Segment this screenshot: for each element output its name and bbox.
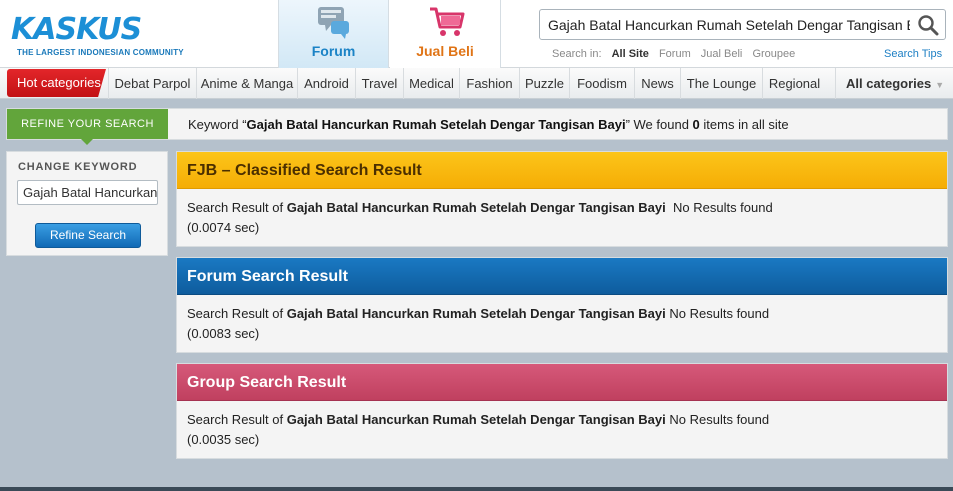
search-scope-all-site[interactable]: All Site <box>612 48 649 60</box>
tab-forum[interactable]: Forum <box>278 0 389 68</box>
keyword-summary: Keyword “Gajah Batal Hancurkan Rumah Set… <box>188 117 789 132</box>
result-time: (0.0083 sec) <box>187 326 260 341</box>
shopping-cart-icon <box>428 5 466 44</box>
forum-results-body: Search Result of Gajah Batal Hancurkan R… <box>187 304 769 344</box>
footer-divider <box>0 487 953 491</box>
result-query: Gajah Batal Hancurkan Rumah Setelah Deng… <box>286 412 666 427</box>
chevron-down-icon: ▼ <box>935 80 945 90</box>
logo-wordmark: KASKUS <box>11 12 142 47</box>
forum-icon <box>317 5 351 46</box>
search-scope-forum[interactable]: Forum <box>659 48 691 60</box>
nav-item-foodism[interactable]: Foodism <box>569 68 634 99</box>
nav-item-anime-manga[interactable]: Anime & Manga <box>196 68 297 99</box>
refine-your-search-tab[interactable]: REFINE YOUR SEARCH <box>7 109 168 145</box>
result-status: No Results found <box>665 412 770 427</box>
result-query: Gajah Batal Hancurkan Rumah Setelah Deng… <box>286 306 666 321</box>
result-status: No Results found <box>665 200 773 215</box>
nav-item-debat-parpol[interactable]: Debat Parpol <box>108 68 196 99</box>
search-scope-groupee[interactable]: Groupee <box>752 48 795 60</box>
keyword-value: Gajah Batal Hancurkan Rumah Setelah Deng… <box>246 117 626 132</box>
result-count: 0 <box>692 117 700 132</box>
kaskus-logo[interactable]: KASKUS THE LARGEST INDONESIAN COMMUNITY <box>7 12 189 60</box>
change-keyword-label: CHANGE KEYWORD <box>18 161 138 173</box>
result-time: (0.0074 sec) <box>187 220 260 235</box>
magnifier-icon[interactable] <box>917 14 939 36</box>
search-input[interactable] <box>540 10 910 39</box>
all-categories-label: All categories <box>846 76 932 91</box>
result-query: Gajah Batal Hancurkan Rumah Setelah Deng… <box>286 200 666 215</box>
nav-item-medical[interactable]: Medical <box>403 68 459 99</box>
group-results-title: Group Search Result <box>177 364 947 401</box>
group-results-panel: Group Search Result Search Result of Gaj… <box>176 363 948 459</box>
nav-item-fashion[interactable]: Fashion <box>459 68 519 99</box>
result-time: (0.0035 sec) <box>187 432 260 447</box>
change-keyword-input[interactable] <box>17 180 158 205</box>
site-header: KASKUS THE LARGEST INDONESIAN COMMUNITY … <box>0 0 953 68</box>
nav-item-regional[interactable]: Regional <box>762 68 826 99</box>
tab-forum-label: Forum <box>311 43 356 59</box>
all-categories-dropdown[interactable]: All categories ▼ <box>835 68 948 99</box>
result-prefix: Search Result of <box>187 200 287 215</box>
search-tips-link[interactable]: Search Tips <box>884 48 942 60</box>
result-prefix: Search Result of <box>187 412 287 427</box>
logo-tagline: THE LARGEST INDONESIAN COMMUNITY <box>17 48 184 57</box>
nav-item-android[interactable]: Android <box>297 68 355 99</box>
search-box <box>539 9 946 40</box>
group-results-body: Search Result of Gajah Batal Hancurkan R… <box>187 410 769 450</box>
search-scope-jual-beli[interactable]: Jual Beli <box>701 48 743 60</box>
nav-item-travel[interactable]: Travel <box>355 68 403 99</box>
keyword-bar: REFINE YOUR SEARCH Keyword “Gajah Batal … <box>6 108 948 145</box>
forum-results-title: Forum Search Result <box>177 258 947 295</box>
fjb-results-title: FJB – Classified Search Result <box>177 152 947 189</box>
nav-item-news[interactable]: News <box>634 68 680 99</box>
tab-jual-beli[interactable]: Jual Beli <box>390 0 501 68</box>
result-status: No Results found <box>665 306 770 321</box>
result-prefix: Search Result of <box>187 306 287 321</box>
search-scope-label: Search in: <box>552 48 602 60</box>
refine-search-button[interactable]: Refine Search <box>35 223 141 248</box>
fjb-results-panel: FJB – Classified Search Result Search Re… <box>176 151 948 247</box>
refine-sidebar: CHANGE KEYWORD Refine Search <box>6 151 168 256</box>
forum-results-panel: Forum Search Result Search Result of Gaj… <box>176 257 948 353</box>
fjb-results-body: Search Result of Gajah Batal Hancurkan R… <box>187 198 773 238</box>
category-navbar: Hot categories Debat Parpol Anime & Mang… <box>0 68 953 99</box>
nav-item-puzzle[interactable]: Puzzle <box>519 68 569 99</box>
tab-jual-beli-label: Jual Beli <box>416 43 474 59</box>
hot-categories-button[interactable]: Hot categories <box>7 69 106 97</box>
keyword-middle: ” We found <box>625 117 693 132</box>
nav-item-the-lounge[interactable]: The Lounge <box>680 68 762 99</box>
keyword-suffix: items in all site <box>699 117 789 132</box>
search-scope-options: Search in: All Site Forum Jual Beli Grou… <box>552 48 802 60</box>
keyword-prefix: Keyword “ <box>188 117 247 132</box>
